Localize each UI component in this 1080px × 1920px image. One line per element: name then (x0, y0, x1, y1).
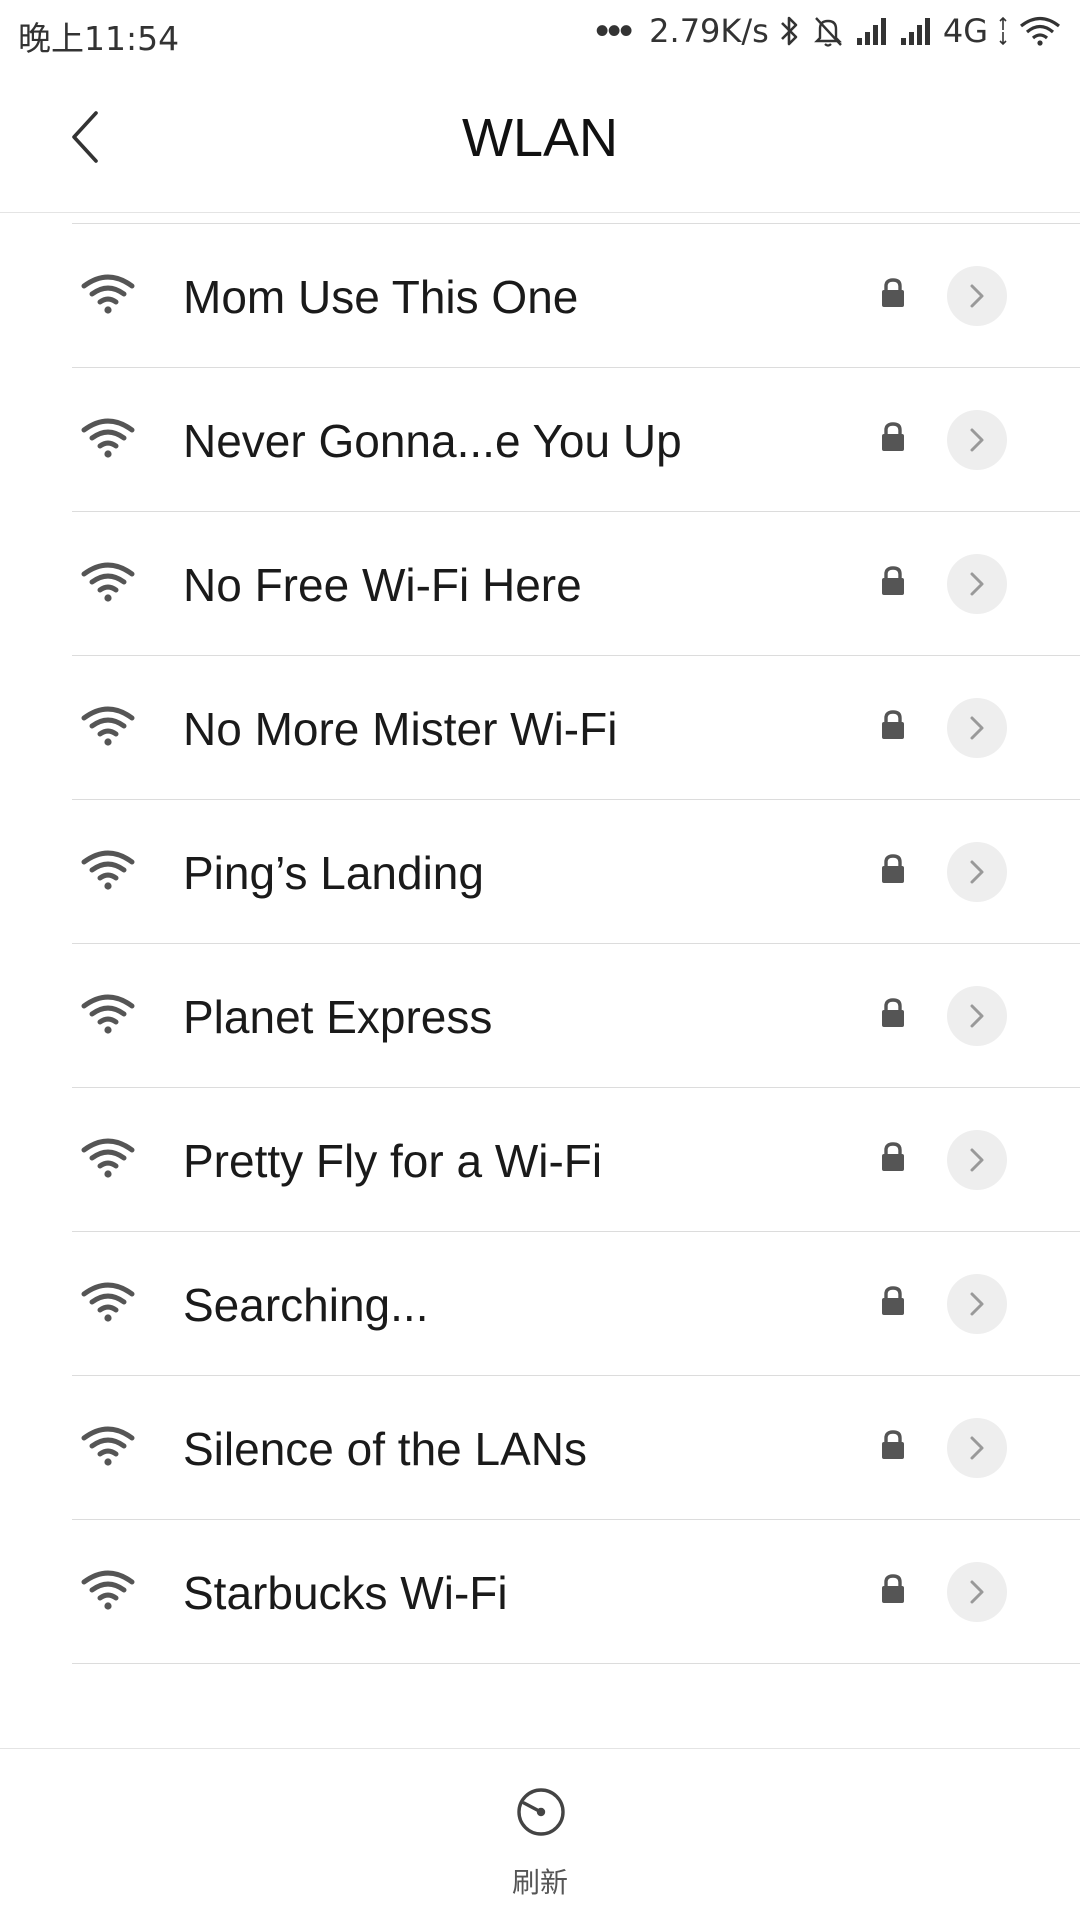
network-type: 4G (942, 12, 988, 50)
network-name: Pretty Fly for a Wi-Fi (183, 1135, 603, 1187)
lock-icon (880, 1573, 906, 1605)
network-row[interactable]: Silence of the LANs (0, 1376, 1080, 1520)
network-name: Silence of the LANs (183, 1423, 588, 1475)
wifi-icon (1018, 15, 1062, 47)
wifi-signal-icon (80, 1280, 136, 1324)
signal-icon (855, 16, 889, 46)
network-list-items: Martin Router KingMom Use This OneNever … (0, 156, 1080, 1664)
network-name: Mom Use This One (183, 271, 579, 323)
network-row[interactable]: Searching... (0, 1232, 1080, 1376)
network-row[interactable]: Mom Use This One (0, 224, 1080, 368)
bluetooth-icon (779, 14, 801, 48)
wifi-signal-icon (80, 704, 136, 748)
more-notifications-icon: ••• (595, 9, 633, 53)
network-details-button[interactable] (947, 1418, 1007, 1478)
network-name: No More Mister Wi-Fi (183, 703, 618, 755)
network-name: Planet Express (183, 991, 493, 1043)
app-header: WLAN (0, 62, 1080, 213)
lock-icon (880, 853, 906, 885)
network-details-button[interactable] (947, 1130, 1007, 1190)
lock-icon (880, 709, 906, 741)
network-name: Starbucks Wi-Fi (183, 1567, 508, 1619)
status-indicators: ••• 2.79K/s 4G (595, 10, 1062, 52)
network-name: Searching... (183, 1279, 429, 1331)
refresh-button[interactable]: 刷新 (490, 1779, 590, 1899)
wlan-screen: 晚上11:54 ••• 2.79K/s 4G WLAN Mom Use This… (0, 0, 1080, 1920)
wifi-signal-icon (80, 1136, 136, 1180)
lock-icon (880, 997, 906, 1029)
signal-icon (899, 16, 933, 46)
wifi-signal-icon (80, 1568, 136, 1612)
network-row[interactable]: Pretty Fly for a Wi-Fi (0, 1088, 1080, 1232)
network-list[interactable]: Martin Router KingMom Use This OneNever … (0, 156, 1080, 1749)
network-row[interactable]: Never Gonna...e You Up (0, 368, 1080, 512)
bottom-action-bar: 刷新 (0, 1748, 1080, 1920)
lock-icon (880, 277, 906, 309)
lock-icon (880, 1141, 906, 1173)
lock-icon (880, 1285, 906, 1317)
network-row[interactable]: No More Mister Wi-Fi (0, 656, 1080, 800)
lock-icon (880, 565, 906, 597)
data-arrows-icon (998, 16, 1008, 46)
network-row[interactable]: Starbucks Wi-Fi (0, 1520, 1080, 1664)
network-details-button[interactable] (947, 1562, 1007, 1622)
wifi-signal-icon (80, 1424, 136, 1468)
wifi-signal-icon (80, 416, 136, 460)
row-divider (72, 1663, 1080, 1664)
network-details-button[interactable] (947, 410, 1007, 470)
page-title: WLAN (461, 108, 618, 168)
wifi-signal-icon (80, 560, 136, 604)
lock-icon (880, 421, 906, 453)
refresh-label: 刷新 (511, 1866, 568, 1899)
network-name: Never Gonna...e You Up (183, 415, 682, 467)
wifi-signal-icon (80, 848, 136, 892)
lock-icon (880, 1429, 906, 1461)
network-name: Ping’s Landing (183, 847, 484, 899)
network-details-button[interactable] (947, 986, 1007, 1046)
status-bar: 晚上11:54 ••• 2.79K/s 4G (0, 0, 1080, 62)
network-details-button[interactable] (947, 1274, 1007, 1334)
network-name: No Free Wi-Fi Here (183, 559, 582, 611)
network-row[interactable]: No Free Wi-Fi Here (0, 512, 1080, 656)
wifi-signal-icon (80, 992, 136, 1036)
network-details-button[interactable] (947, 266, 1007, 326)
mute-bell-icon (811, 14, 845, 48)
network-details-button[interactable] (947, 842, 1007, 902)
network-row[interactable]: Planet Express (0, 944, 1080, 1088)
refresh-icon (517, 1788, 565, 1836)
network-details-button[interactable] (947, 698, 1007, 758)
network-speed: 2.79K/s (649, 12, 769, 50)
status-time: 晚上11:54 (18, 19, 180, 58)
network-row[interactable]: Ping’s Landing (0, 800, 1080, 944)
wifi-signal-icon (80, 272, 136, 316)
network-details-button[interactable] (947, 554, 1007, 614)
